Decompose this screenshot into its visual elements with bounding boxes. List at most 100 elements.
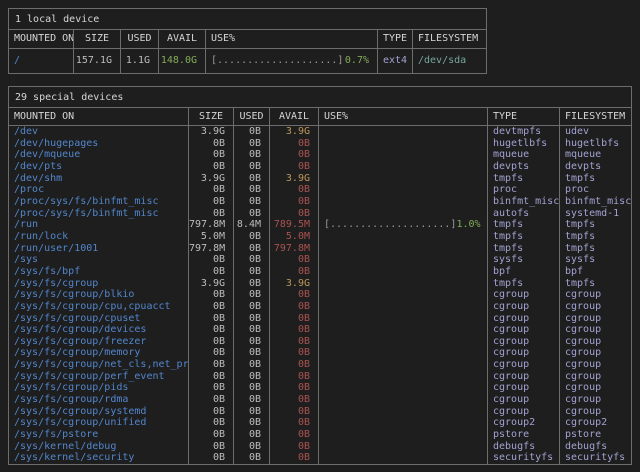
size-value: 0B: [188, 347, 233, 359]
fs-type: binfmt_misc: [487, 196, 559, 208]
mount-point: /sys/fs/cgroup/cpuset: [9, 313, 188, 325]
avail-value: 0B: [269, 184, 318, 196]
usage-cell: [....................] 0.7%: [205, 49, 377, 73]
mount-point: /proc: [9, 184, 188, 196]
usage-cell: [318, 441, 487, 453]
mount-point: /sys/fs/cgroup/unified: [9, 417, 188, 429]
mount-point: /sys/fs/cgroup/systemd: [9, 406, 188, 418]
mount-point: /run/lock: [9, 231, 188, 243]
table-row: /sys/fs/pstore 0B 0B 0B pstore pstore: [9, 429, 631, 441]
table-row: /sys/fs/cgroup/perf_event 0B 0B 0B cgrou…: [9, 371, 631, 383]
table-row: /dev 3.9G 0B 3.9G devtmpfs udev: [9, 126, 631, 138]
usage-cell: [318, 359, 487, 371]
table-row: /sys/fs/cgroup/rdma 0B 0B 0B cgroup cgro…: [9, 394, 631, 406]
avail-value: 797.8M: [269, 243, 318, 255]
used-value: 0B: [233, 184, 269, 196]
mount-point: /sys/fs/bpf: [9, 266, 188, 278]
usage-bar: [....................]: [211, 49, 343, 73]
size-value: 0B: [188, 417, 233, 429]
size-value: 797.8M: [188, 219, 233, 231]
usage-cell: [318, 347, 487, 359]
size-value: 0B: [188, 161, 233, 173]
fs-type: debugfs: [487, 441, 559, 453]
fs-type: cgroup: [487, 347, 559, 359]
used-value: 8.4M: [233, 219, 269, 231]
usage-cell: [....................] 1.0%: [318, 219, 487, 231]
avail-value: 148.0G: [158, 49, 205, 73]
fs-type: ext4: [377, 49, 412, 73]
mount-point: /dev/pts: [9, 161, 188, 173]
avail-value: 0B: [269, 208, 318, 220]
usage-cell: [318, 371, 487, 383]
fs-type: proc: [487, 184, 559, 196]
mount-point: /sys/fs/cgroup/perf_event: [9, 371, 188, 383]
size-value: 0B: [188, 324, 233, 336]
local-devices-table: 1 local device MOUNTED ON SIZE USED AVAI…: [8, 8, 487, 74]
avail-value: 0B: [269, 394, 318, 406]
avail-value: 0B: [269, 138, 318, 150]
mount-point: /sys/fs/cgroup/blkio: [9, 289, 188, 301]
usage-cell: [318, 243, 487, 255]
mount-point: /sys/fs/cgroup/cpu,cpuacct: [9, 301, 188, 313]
avail-value: 0B: [269, 452, 318, 464]
size-value: 3.9G: [188, 278, 233, 290]
fs-device: sysfs: [559, 254, 631, 266]
fs-type: pstore: [487, 429, 559, 441]
avail-value: 5.0M: [269, 231, 318, 243]
used-value: 0B: [233, 429, 269, 441]
fs-type: tmpfs: [487, 278, 559, 290]
fs-device: devpts: [559, 161, 631, 173]
used-value: 0B: [233, 161, 269, 173]
used-value: 0B: [233, 406, 269, 418]
mount-point: /dev/hugepages: [9, 138, 188, 150]
header-use-percent: USE%: [205, 30, 377, 48]
fs-device: cgroup: [559, 313, 631, 325]
usage-bar: [....................]: [324, 219, 456, 231]
usage-cell: [318, 161, 487, 173]
used-value: 0B: [233, 382, 269, 394]
mount-point: /: [9, 49, 73, 73]
used-value: 0B: [233, 243, 269, 255]
size-value: 0B: [188, 429, 233, 441]
used-value: 0B: [233, 278, 269, 290]
fs-type: devpts: [487, 161, 559, 173]
usage-cell: [318, 289, 487, 301]
size-value: 0B: [188, 394, 233, 406]
table-row: /sys/fs/cgroup/freezer 0B 0B 0B cgroup c…: [9, 336, 631, 348]
table-row: /dev/pts 0B 0B 0B devpts devpts: [9, 161, 631, 173]
table-row: /sys/fs/cgroup/cpu,cpuacct 0B 0B 0B cgro…: [9, 301, 631, 313]
header-filesystem: FILESYSTEM: [559, 108, 631, 125]
used-value: 0B: [233, 138, 269, 150]
mount-point: /dev: [9, 126, 188, 138]
fs-type: cgroup: [487, 406, 559, 418]
avail-value: 0B: [269, 149, 318, 161]
used-value: 0B: [233, 313, 269, 325]
used-value: 0B: [233, 301, 269, 313]
avail-value: 0B: [269, 313, 318, 325]
fs-type: cgroup: [487, 371, 559, 383]
size-value: 0B: [188, 301, 233, 313]
fs-type: devtmpfs: [487, 126, 559, 138]
used-value: 1.1G: [120, 49, 158, 73]
header-type: TYPE: [377, 30, 412, 48]
header-mounted-on: MOUNTED ON: [9, 108, 188, 125]
fs-device: /dev/sda: [412, 49, 486, 73]
fs-device: cgroup: [559, 371, 631, 383]
usage-cell: [318, 254, 487, 266]
avail-value: 3.9G: [269, 173, 318, 185]
avail-value: 0B: [269, 161, 318, 173]
mount-point: /sys: [9, 254, 188, 266]
fs-type: cgroup: [487, 301, 559, 313]
used-value: 0B: [233, 149, 269, 161]
table-row: /sys/fs/bpf 0B 0B 0B bpf bpf: [9, 266, 631, 278]
size-value: 797.8M: [188, 243, 233, 255]
usage-cell: [318, 149, 487, 161]
fs-device: tmpfs: [559, 243, 631, 255]
mount-point: /sys/fs/cgroup/freezer: [9, 336, 188, 348]
avail-value: 3.9G: [269, 126, 318, 138]
fs-device: tmpfs: [559, 219, 631, 231]
table-row: /proc/sys/fs/binfmt_misc 0B 0B 0B autofs…: [9, 208, 631, 220]
size-value: 5.0M: [188, 231, 233, 243]
mount-point: /sys/fs/cgroup/pids: [9, 382, 188, 394]
fs-device: binfmt_misc: [559, 196, 631, 208]
